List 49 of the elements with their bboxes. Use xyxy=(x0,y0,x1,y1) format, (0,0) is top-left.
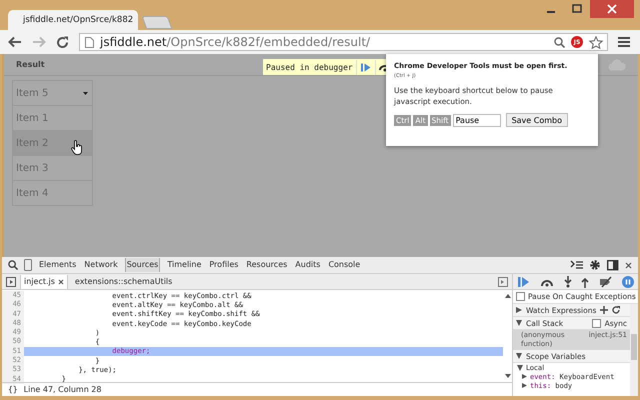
add-icon[interactable] xyxy=(600,306,608,314)
devtools-tab[interactable]: Console xyxy=(327,258,362,272)
scrollbar[interactable] xyxy=(630,304,638,396)
debugger-toggle-icon[interactable] xyxy=(498,276,508,286)
hand-cursor-icon xyxy=(71,140,83,155)
checkbox[interactable] xyxy=(516,292,525,301)
deactivate-breakpoints-icon[interactable] xyxy=(598,276,613,288)
page-icon xyxy=(85,36,94,48)
devtools-tab[interactable]: Elements xyxy=(38,258,78,272)
search-icon[interactable] xyxy=(554,36,565,48)
console-drawer-icon[interactable] xyxy=(570,260,583,270)
browser-tab[interactable]: jsfiddle.net/OpnSrce/k882 xyxy=(8,10,138,30)
search-icon[interactable] xyxy=(8,260,18,270)
caret-icon xyxy=(83,92,88,94)
close-icon[interactable] xyxy=(58,278,64,284)
reload-icon[interactable] xyxy=(56,36,69,48)
dock-icon[interactable] xyxy=(607,260,619,270)
resume-icon[interactable] xyxy=(517,276,531,288)
key-input[interactable]: Pause xyxy=(452,114,501,126)
step-into-icon[interactable] xyxy=(564,276,572,288)
device-icon[interactable] xyxy=(24,259,32,271)
devtools-tab[interactable]: Network xyxy=(83,258,119,272)
star-icon[interactable] xyxy=(589,36,603,48)
pause-exceptions-icon[interactable] xyxy=(622,276,634,288)
tab-title: jsfiddle.net/OpnSrce/k882 xyxy=(23,15,134,25)
refresh-icon[interactable] xyxy=(612,306,620,314)
devtools-tab[interactable]: Profiles xyxy=(208,258,240,272)
devtools-tab[interactable]: Timeline xyxy=(166,258,202,272)
devtools-tab[interactable]: Sources xyxy=(124,258,160,272)
result-label: Result xyxy=(16,60,45,69)
checkbox[interactable] xyxy=(592,318,601,328)
menu-icon[interactable] xyxy=(618,37,630,47)
navigator-toggle-icon[interactable] xyxy=(6,276,16,286)
step-out-icon[interactable] xyxy=(581,276,590,288)
settings-icon[interactable] xyxy=(589,259,601,271)
file-tab[interactable]: extensions::schemaUtils xyxy=(72,274,176,288)
back-icon[interactable] xyxy=(8,36,22,48)
scroll-up-icon[interactable] xyxy=(504,294,510,298)
devtools-tab[interactable]: Resources xyxy=(245,258,288,272)
close-icon[interactable] xyxy=(590,0,634,18)
cursor-position: Line 47, Column 28 xyxy=(24,385,102,394)
scroll-down-icon[interactable] xyxy=(504,374,510,378)
url-text: jsfiddle.net/OpnSrce/k882f/embedded/result/ xyxy=(100,35,370,49)
pretty-print-button[interactable]: {} xyxy=(8,385,18,394)
file-tab[interactable]: inject.js xyxy=(20,274,68,288)
devtools-tab[interactable]: Audits xyxy=(294,258,322,272)
paused-label: Paused in debugger xyxy=(265,62,354,72)
save-combo-button[interactable]: Save Combo xyxy=(506,113,568,127)
close-icon[interactable] xyxy=(625,262,632,268)
